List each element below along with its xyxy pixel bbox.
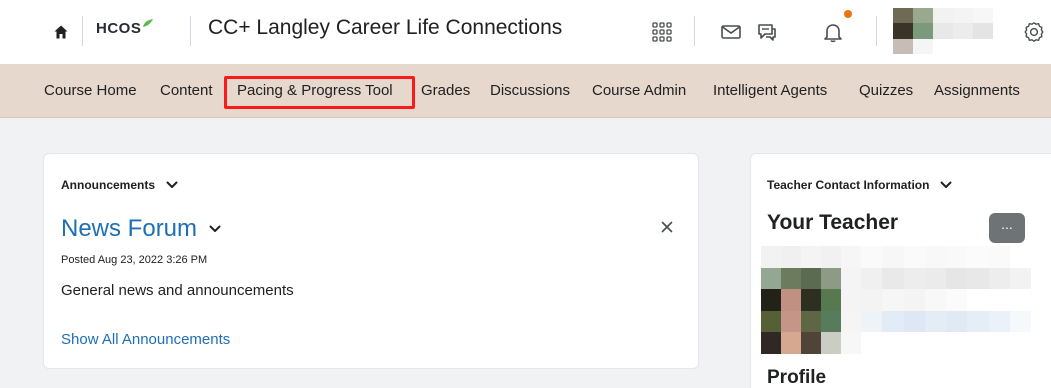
top-header: HCOS CC+ Langley Career Life Connections — [0, 0, 1051, 64]
nav-item-course-home[interactable]: Course Home — [44, 82, 137, 99]
announcement-body: General news and announcements — [61, 282, 294, 299]
nav-item-discussions[interactable]: Discussions — [490, 82, 570, 99]
course-navbar: Course Home Content Pacing & Progress To… — [0, 64, 1051, 118]
nav-item-intelligent-agents[interactable]: Intelligent Agents — [713, 82, 827, 99]
show-all-announcements-link[interactable]: Show All Announcements — [61, 331, 230, 348]
chevron-down-icon[interactable] — [209, 225, 221, 233]
course-title[interactable]: CC+ Langley Career Life Connections — [208, 16, 562, 40]
nav-item-quizzes[interactable]: Quizzes — [859, 82, 913, 99]
chevron-down-icon[interactable] — [940, 181, 952, 189]
header-divider — [694, 16, 695, 46]
more-options-button[interactable]: ... — [989, 213, 1025, 243]
hcos-logo[interactable]: HCOS — [96, 19, 154, 42]
widget-title: Announcements — [61, 178, 156, 192]
teacher-contact-header: Teacher Contact Information — [767, 178, 952, 192]
widget-title: Teacher Contact Information — [767, 178, 930, 192]
nav-item-course-admin[interactable]: Course Admin — [592, 82, 686, 99]
teacher-details-redacted — [861, 246, 1031, 354]
announcements-header: Announcements — [61, 178, 178, 192]
news-forum-title: News Forum — [61, 215, 198, 242]
chevron-down-icon[interactable] — [166, 181, 178, 189]
chat-icon[interactable] — [755, 20, 779, 44]
user-avatar[interactable] — [893, 8, 1013, 54]
bell-icon[interactable] — [821, 20, 845, 44]
profile-heading: Profile — [767, 367, 827, 388]
mail-icon[interactable] — [719, 20, 743, 44]
nav-item-grades[interactable]: Grades — [421, 82, 470, 99]
leaf-icon — [143, 19, 154, 27]
your-teacher-heading: Your Teacher — [767, 211, 899, 234]
teacher-photo — [761, 246, 861, 354]
notification-badge — [844, 10, 852, 18]
gear-icon[interactable] — [1022, 20, 1046, 44]
posted-date: Posted Aug 23, 2022 3:26 PM — [61, 254, 208, 266]
close-icon[interactable] — [659, 219, 675, 235]
nav-item-content[interactable]: Content — [160, 82, 213, 99]
header-divider — [190, 16, 191, 46]
apps-grid-icon[interactable] — [650, 20, 674, 44]
teacher-contact-widget: Teacher Contact Information Your Teacher… — [750, 153, 1051, 388]
news-forum-link[interactable]: News Forum — [61, 215, 221, 243]
logo-text: HCOS — [96, 20, 142, 37]
highlight-box — [224, 76, 415, 109]
nav-item-assignments[interactable]: Assignments — [934, 82, 1020, 99]
announcements-widget: Announcements News Forum Posted Aug 23, … — [43, 153, 699, 369]
header-divider — [82, 16, 83, 46]
home-icon[interactable] — [53, 24, 69, 40]
header-divider — [876, 16, 877, 46]
